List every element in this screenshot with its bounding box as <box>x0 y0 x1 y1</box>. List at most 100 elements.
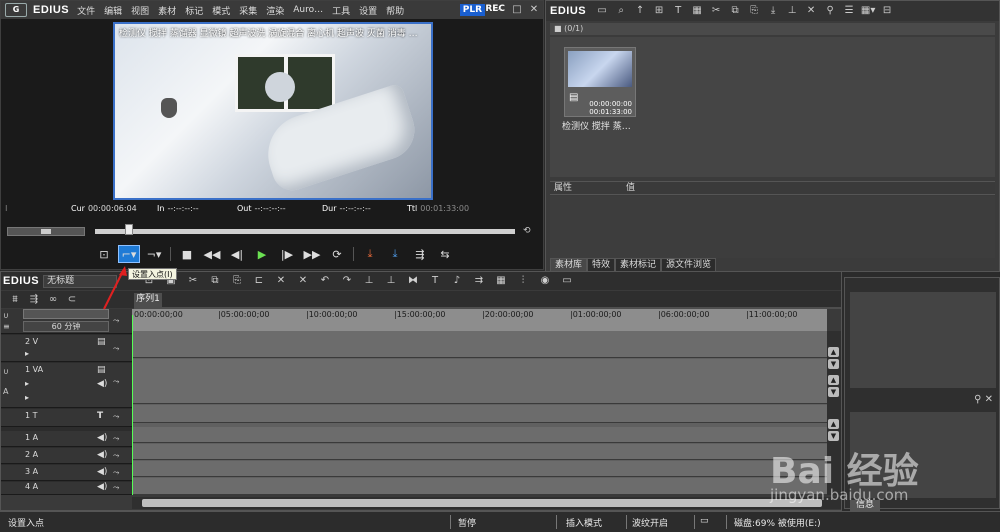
stop-button[interactable]: ■ <box>176 245 198 263</box>
track-header-1a[interactable]: 1 A ◀) ⤳ <box>1 431 132 447</box>
speaker-icon[interactable]: ◀) <box>97 379 107 389</box>
speaker-icon[interactable]: ◀) <box>97 482 107 492</box>
search-icon[interactable]: ⌕ <box>613 4 629 18</box>
sync-icon[interactable]: ⇆ <box>434 245 456 263</box>
bin-options-icon[interactable]: ⊟ <box>879 4 895 18</box>
lane-1va[interactable] <box>132 359 827 404</box>
sync-icon[interactable]: ⤳ <box>113 316 129 326</box>
sync-icon[interactable]: ⤳ <box>113 344 129 354</box>
tab-clip-markers[interactable]: 素材标记 <box>615 258 662 271</box>
record-target-icon[interactable]: A <box>3 387 19 396</box>
status-ripple[interactable]: 波纹开启 <box>632 516 668 529</box>
color-bar-icon[interactable]: ▦ <box>689 4 705 18</box>
insert-to-timeline-button[interactable]: ⤓ <box>359 245 381 263</box>
mixer-icon[interactable]: ⫶ <box>515 274 531 288</box>
zoom-level[interactable]: 60 分钟 <box>23 321 109 332</box>
lock-icon[interactable]: ∪ <box>3 311 19 320</box>
properties-icon[interactable]: ⚲ <box>822 4 838 18</box>
lane-2a[interactable] <box>132 444 827 460</box>
menu-help[interactable]: 帮助 <box>386 4 404 17</box>
position-handle[interactable] <box>125 224 133 235</box>
menu-capture[interactable]: 采集 <box>239 4 257 17</box>
transition-icon[interactable]: ⊥ <box>383 274 399 288</box>
track-header-3a[interactable]: 3 A ◀) ⤳ <box>1 465 132 481</box>
set-out-point-button[interactable]: ¬▾ <box>143 245 165 263</box>
play-button[interactable]: ▶ <box>251 245 273 263</box>
menu-tools[interactable]: 工具 <box>332 4 350 17</box>
position-slider[interactable] <box>95 229 515 234</box>
sync-icon[interactable]: ⤳ <box>113 412 129 422</box>
track-header-4a[interactable]: 4 A ◀) ⤳ <box>1 482 132 495</box>
sync-lock-icon[interactable]: ⇶ <box>26 293 42 307</box>
add-clip-icon[interactable]: ⊞ <box>651 4 667 18</box>
link-mode-icon[interactable]: ∞ <box>45 293 61 307</box>
menu-edit[interactable]: 编辑 <box>104 4 122 17</box>
delete-icon[interactable]: ✕ <box>803 4 819 18</box>
add-cut-icon[interactable]: ⊥ <box>361 274 377 288</box>
overwrite-to-timeline-button[interactable]: ⤓ <box>384 245 406 263</box>
folder-icon[interactable]: ▭ <box>594 4 610 18</box>
video-icon[interactable]: ▤ <box>97 365 106 375</box>
lane-3a[interactable] <box>132 461 827 477</box>
track-header-2v[interactable]: 2 V ▤ ⤳ ▸ <box>1 335 132 362</box>
timeline-ruler[interactable]: 00:00:00;00 |05:00:00;00 |10:00:00;00 |1… <box>132 309 827 331</box>
sync-icon[interactable]: ⤳ <box>113 468 129 478</box>
rewind-button[interactable]: ◀◀ <box>201 245 223 263</box>
menu-mode[interactable]: 模式 <box>212 4 230 17</box>
scroll-down-icon[interactable]: ▼ <box>828 431 839 441</box>
microphone-icon[interactable]: ♪ <box>449 274 465 288</box>
tab-sequence-1[interactable]: 序列1 <box>134 293 162 307</box>
tab-effects[interactable]: 特效 <box>587 258 616 271</box>
video-preview[interactable]: 检测仪 搅拌 蒸馏器 显微镜 超声波洗 涡旋混合 离心机 超声波 灭菌 消毒 … <box>113 22 433 200</box>
track-header-1va[interactable]: ∪ A 1 VA ▤ ◀) ⤳ ▸ ▸ <box>1 363 132 408</box>
view-mode-icon[interactable]: ▦▾ <box>860 4 876 18</box>
render-icon[interactable]: ⇉ <box>471 274 487 288</box>
lane-4a[interactable] <box>132 478 827 495</box>
place-icon[interactable]: ⊥ <box>784 4 800 18</box>
lane-1t[interactable] <box>132 405 827 423</box>
color-icon[interactable]: ◉ <box>537 274 553 288</box>
folder-header[interactable]: ■ (0/1) <box>550 23 995 35</box>
tab-source-browser[interactable]: 源文件浏览 <box>661 258 717 271</box>
track-header-2a[interactable]: 2 A ◀) ⤳ <box>1 448 132 464</box>
sync-icon[interactable]: ⤳ <box>113 451 129 461</box>
paste-icon[interactable]: ⎘ <box>746 4 762 18</box>
menu-render[interactable]: 渲染 <box>266 4 284 17</box>
snap-icon[interactable]: ⩩ <box>7 293 23 307</box>
link-icon[interactable]: ⧓ <box>405 274 421 288</box>
fast-forward-button[interactable]: ▶▶ <box>301 245 323 263</box>
vertical-scrollbar[interactable]: ▲ ▼ ▲ ▼ ▲ ▼ <box>827 331 841 495</box>
tab-bin[interactable]: 素材库 <box>550 258 588 271</box>
scroll-down-icon[interactable]: ▼ <box>828 359 839 369</box>
menu-view[interactable]: 视图 <box>131 4 149 17</box>
delete-icon[interactable]: ✕ <box>273 274 289 288</box>
loop-play-button[interactable]: ⟳ <box>326 245 348 263</box>
cut-icon[interactable]: ✂ <box>185 274 201 288</box>
scroll-down-icon[interactable]: ▼ <box>828 387 839 397</box>
list-icon[interactable]: ☰ <box>841 4 857 18</box>
title-track-icon[interactable]: T <box>97 411 103 421</box>
playhead[interactable] <box>132 315 133 495</box>
grid-icon[interactable]: ▦ <box>493 274 509 288</box>
ripple-delete-icon[interactable]: ✕ <box>295 274 311 288</box>
expand-icon[interactable]: ▸ <box>25 349 29 358</box>
all-tracks-icon[interactable]: ≡ <box>3 322 19 331</box>
speaker-icon[interactable]: ◀) <box>97 433 107 443</box>
horizontal-scrollbar[interactable] <box>132 497 841 509</box>
set-in-point-button[interactable]: ⌐▾ <box>118 245 140 263</box>
maximize-icon[interactable]: □ <box>511 4 523 16</box>
menu-clip[interactable]: 素材 <box>158 4 176 17</box>
insert-icon[interactable]: ⊏ <box>251 274 267 288</box>
undo-icon[interactable]: ↶ <box>317 274 333 288</box>
menu-file[interactable]: 文件 <box>77 4 95 17</box>
up-folder-icon[interactable]: ↑ <box>632 4 648 18</box>
menu-auro[interactable]: Auro… <box>293 5 323 15</box>
scroll-up-icon[interactable]: ▲ <box>828 375 839 385</box>
layout-icon[interactable]: ▭ <box>559 274 575 288</box>
zoom-slider[interactable] <box>23 309 109 319</box>
copy-icon[interactable]: ⧉ <box>207 274 223 288</box>
clip-thumbnail[interactable]: ▤ 00:00:00:00 00:01:33:00 <box>564 47 636 117</box>
group-icon[interactable]: ⊂ <box>64 293 80 307</box>
lane-2v[interactable] <box>132 331 827 358</box>
minimize-icon[interactable]: – <box>494 4 506 16</box>
